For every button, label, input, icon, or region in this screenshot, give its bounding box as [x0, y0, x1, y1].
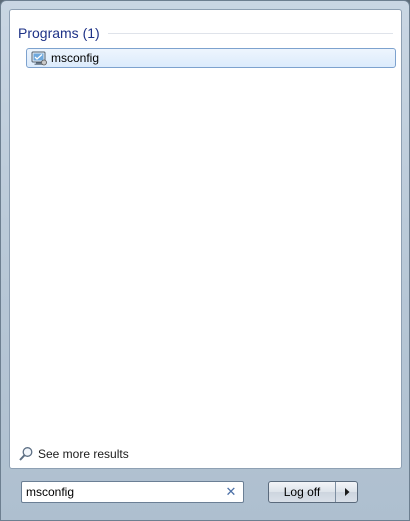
msconfig-app-icon: [31, 50, 47, 66]
programs-group-title: Programs (1): [18, 25, 100, 41]
see-more-results-label: See more results: [38, 447, 129, 461]
start-menu: Programs (1) msconfig See more results m…: [0, 0, 410, 521]
clear-icon[interactable]: ✕: [223, 484, 239, 500]
search-input[interactable]: [22, 483, 223, 501]
result-item-label: msconfig: [51, 51, 100, 65]
shutdown-button-group: Log off: [268, 481, 358, 503]
right-arrow-icon: [343, 485, 351, 500]
result-item-msconfig[interactable]: msconfig: [26, 48, 396, 68]
start-search-box: ✕: [21, 481, 244, 503]
search-results-panel: Programs (1) msconfig See more results: [9, 9, 402, 469]
log-off-button[interactable]: Log off: [269, 482, 335, 502]
magnifier-icon: [18, 446, 34, 462]
programs-group-header: Programs (1): [18, 23, 393, 43]
group-divider: [107, 32, 393, 34]
power-options-button[interactable]: [335, 482, 357, 502]
see-more-results-link[interactable]: See more results: [18, 446, 129, 462]
